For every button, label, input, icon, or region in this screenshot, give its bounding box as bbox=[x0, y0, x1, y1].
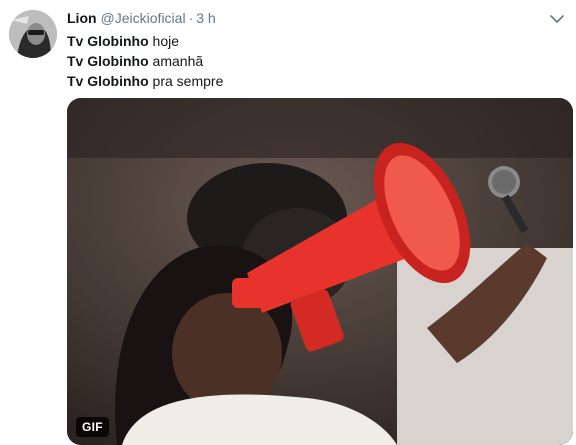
avatar[interactable] bbox=[9, 10, 57, 58]
separator: · bbox=[188, 10, 194, 26]
tweet-line: Tv Globinho amanhã bbox=[67, 51, 223, 71]
gif-badge: GIF bbox=[76, 417, 109, 437]
tweet-line: Tv Globinho hoje bbox=[67, 31, 223, 51]
tweet-text: Tv Globinho hoje Tv Globinho amanhã Tv G… bbox=[67, 31, 223, 91]
author-handle[interactable]: @Jeickioficial bbox=[101, 10, 186, 26]
tweet-card: Lion @Jeickioficial · 3 h Tv Globinho hoje … bbox=[0, 0, 576, 445]
gif-media[interactable]: GIF bbox=[67, 98, 573, 445]
tweet-line-rest: hoje bbox=[148, 33, 180, 49]
tweet-line: Tv Globinho pra sempre bbox=[67, 71, 223, 91]
tweet-line-bold: Tv Globinho bbox=[67, 53, 149, 69]
tweet-line-bold: Tv Globinho bbox=[67, 73, 149, 89]
tweet-line-rest: amanhã bbox=[148, 53, 204, 69]
timestamp[interactable]: 3 h bbox=[196, 10, 215, 26]
tweet-line-bold: Tv Globinho bbox=[67, 33, 149, 49]
chevron-down-icon[interactable] bbox=[548, 10, 566, 28]
tweet-header: Lion @Jeickioficial · 3 h bbox=[67, 10, 216, 28]
tweet-line-rest: pra sempre bbox=[148, 73, 224, 89]
author-name[interactable]: Lion bbox=[67, 10, 97, 26]
